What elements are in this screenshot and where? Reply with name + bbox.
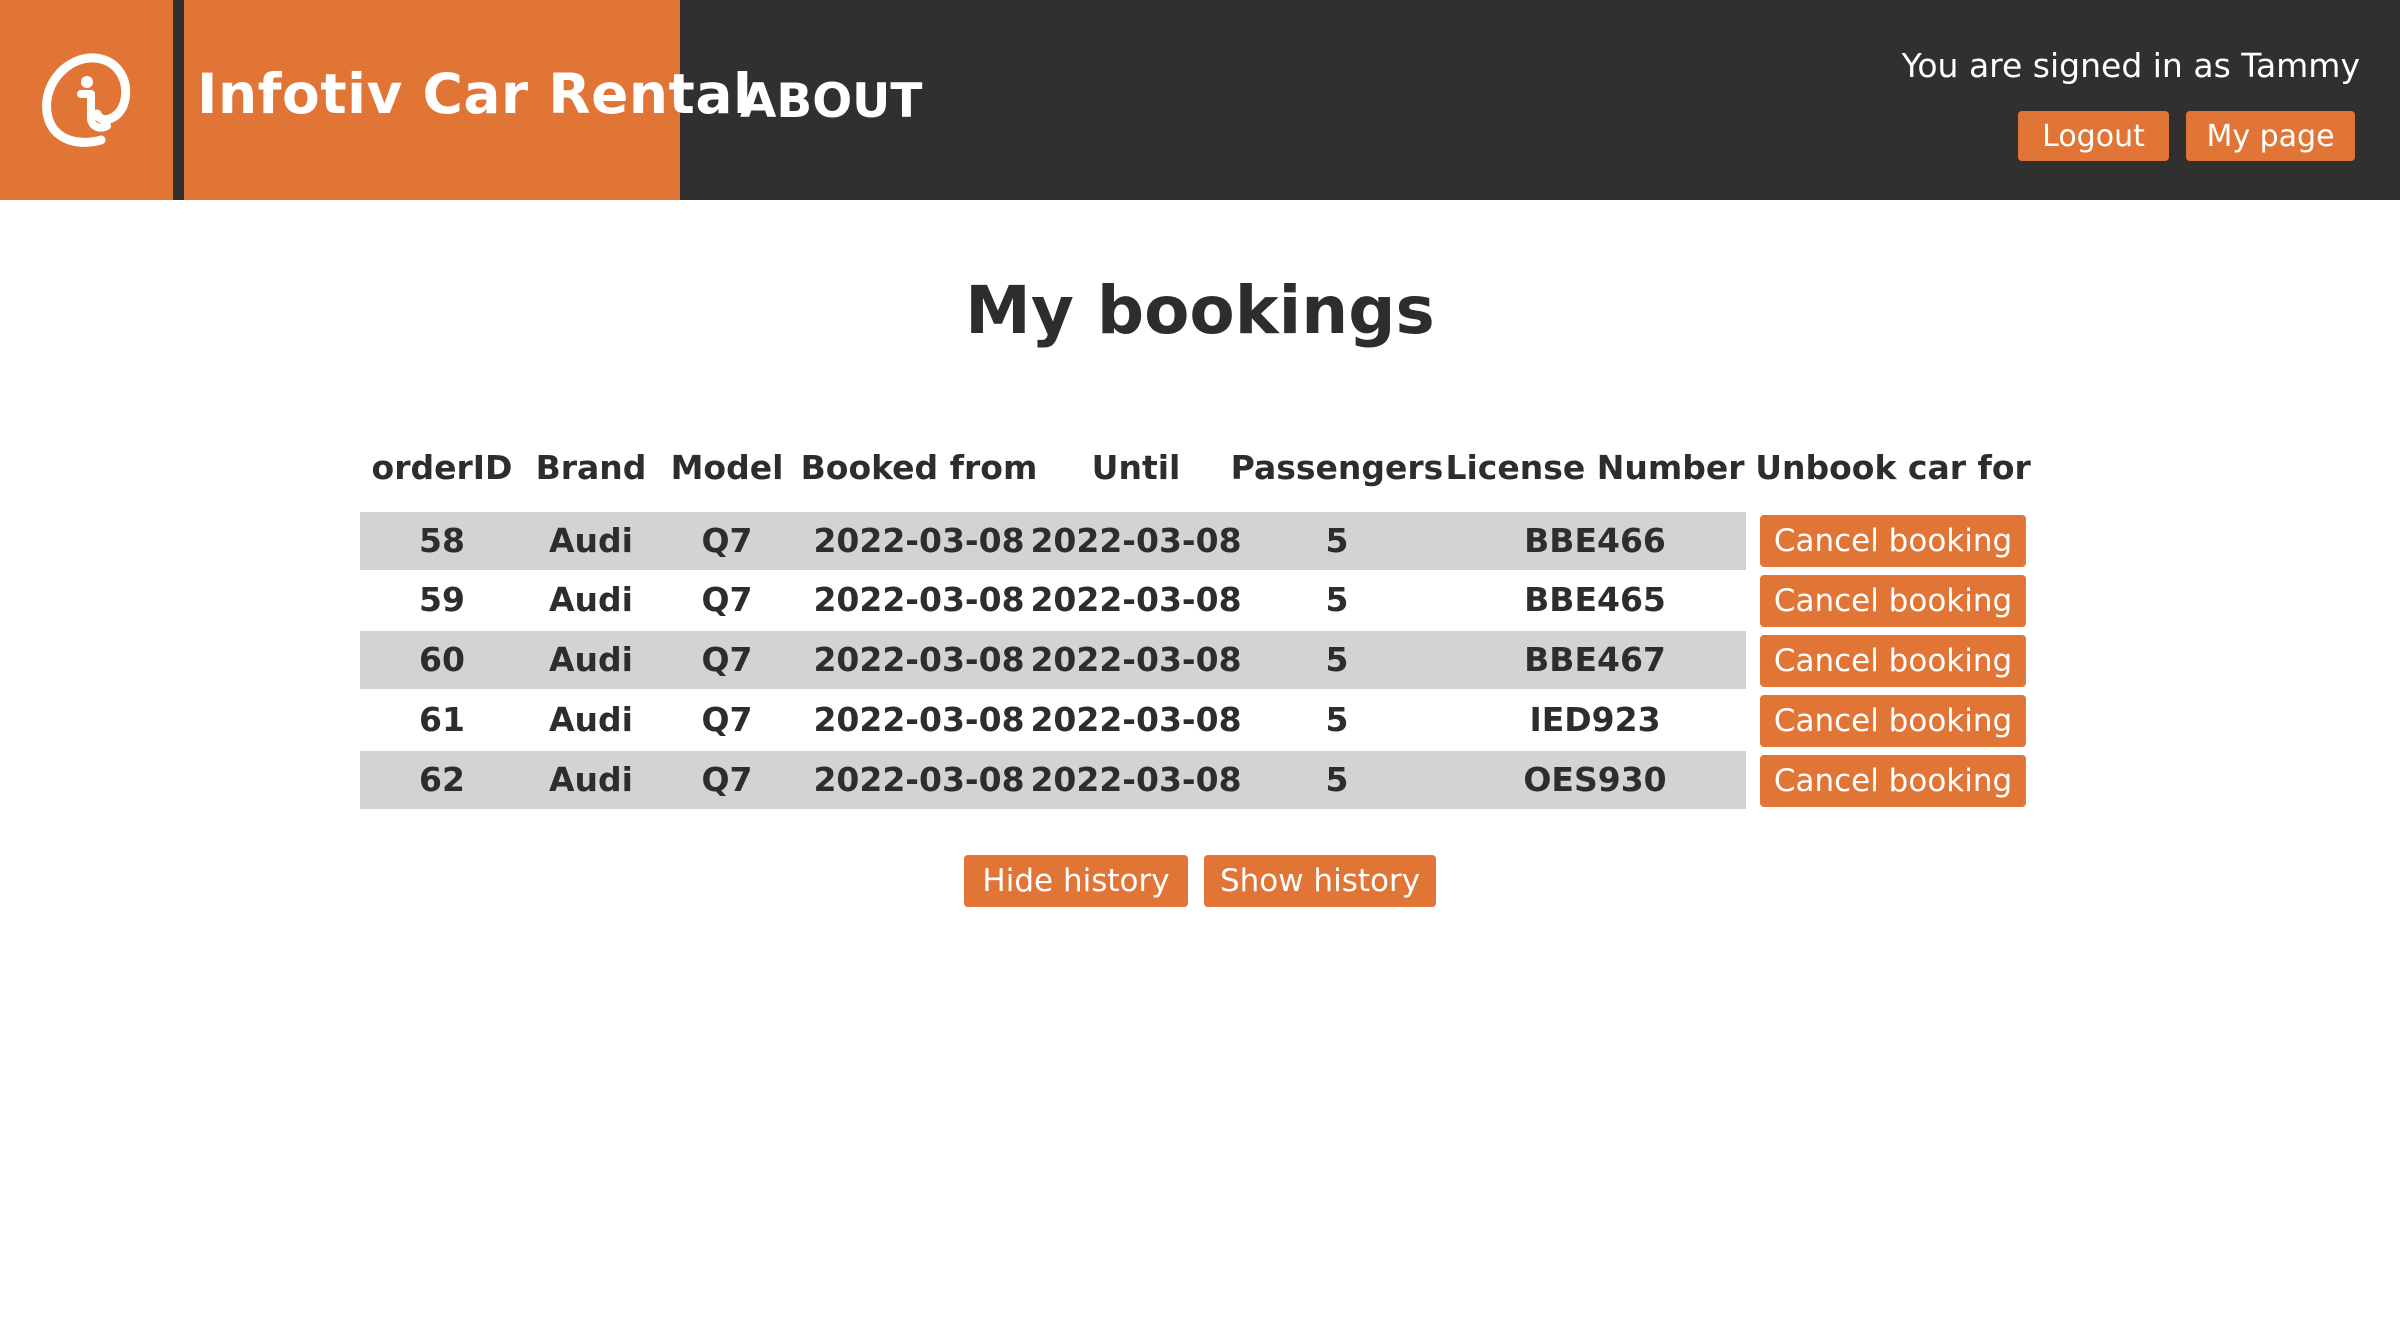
header-divider — [173, 0, 184, 200]
cell-until: 2022-03-08 — [1030, 580, 1242, 619]
cell-until: 2022-03-08 — [1030, 760, 1242, 799]
cell-booked-from: 2022-03-08 — [813, 580, 1025, 619]
cell-booked-from: 2022-03-08 — [813, 521, 1025, 560]
page-title: My bookings — [965, 272, 1435, 349]
cell-brand: Audi — [549, 760, 633, 799]
cell-passengers: 5 — [1325, 640, 1349, 679]
column-header-passengers: Passengers — [1230, 448, 1444, 487]
column-header-unbook: Unbook car for — [1755, 448, 2031, 487]
hide-history-button[interactable]: Hide history — [964, 855, 1188, 907]
cell-brand: Audi — [549, 700, 633, 739]
cancel-booking-button[interactable]: Cancel booking — [1760, 695, 2026, 747]
show-history-button[interactable]: Show history — [1204, 855, 1436, 907]
cell-brand: Audi — [549, 521, 633, 560]
cell-model: Q7 — [701, 580, 753, 619]
cell-license: BBE466 — [1524, 521, 1666, 560]
cell-booked-from: 2022-03-08 — [813, 760, 1025, 799]
cancel-booking-button[interactable]: Cancel booking — [1760, 635, 2026, 687]
cell-orderid: 59 — [419, 580, 465, 619]
column-header-until: Until — [1091, 448, 1181, 487]
cell-license: OES930 — [1523, 760, 1667, 799]
cell-license: BBE465 — [1524, 580, 1666, 619]
cell-orderid: 61 — [419, 700, 465, 739]
cell-model: Q7 — [701, 700, 753, 739]
table-row: 60 Audi Q7 2022-03-08 2022-03-08 5 BBE46… — [360, 631, 1746, 689]
cell-until: 2022-03-08 — [1030, 700, 1242, 739]
logout-button[interactable]: Logout — [2018, 111, 2169, 161]
cell-passengers: 5 — [1325, 521, 1349, 560]
cell-model: Q7 — [701, 640, 753, 679]
cell-booked-from: 2022-03-08 — [813, 700, 1025, 739]
brand-title[interactable]: Infotiv Car Rental — [197, 62, 752, 126]
infotiv-logo-icon — [41, 46, 133, 154]
column-header-brand: Brand — [535, 448, 647, 487]
column-header-model: Model — [670, 448, 784, 487]
bookings-table-header: orderID Brand Model Booked from Until Pa… — [360, 448, 2031, 500]
cell-orderid: 58 — [419, 521, 465, 560]
cancel-booking-button[interactable]: Cancel booking — [1760, 755, 2026, 807]
table-row: 58 Audi Q7 2022-03-08 2022-03-08 5 BBE46… — [360, 512, 1746, 570]
cell-brand: Audi — [549, 580, 633, 619]
cell-passengers: 5 — [1325, 700, 1349, 739]
cell-license: IED923 — [1529, 700, 1661, 739]
cell-passengers: 5 — [1325, 760, 1349, 799]
nav-about-link[interactable]: ABOUT — [740, 74, 922, 129]
brand-box: Infotiv Car Rental — [184, 0, 752, 200]
my-page-button[interactable]: My page — [2186, 111, 2355, 161]
cell-brand: Audi — [549, 640, 633, 679]
cell-until: 2022-03-08 — [1030, 521, 1242, 560]
signed-in-status: You are signed in as Tammy — [1901, 46, 2360, 85]
cell-until: 2022-03-08 — [1030, 640, 1242, 679]
logo[interactable] — [0, 0, 173, 200]
cell-license: BBE467 — [1524, 640, 1666, 679]
top-header: Infotiv Car Rental ABOUT You are signed … — [0, 0, 2400, 200]
cancel-booking-button[interactable]: Cancel booking — [1760, 515, 2026, 567]
table-row: 62 Audi Q7 2022-03-08 2022-03-08 5 OES93… — [360, 751, 1746, 809]
cell-model: Q7 — [701, 521, 753, 560]
cell-orderid: 62 — [419, 760, 465, 799]
cell-orderid: 60 — [419, 640, 465, 679]
cell-model: Q7 — [701, 760, 753, 799]
table-row: 61 Audi Q7 2022-03-08 2022-03-08 5 IED92… — [360, 691, 1746, 749]
column-header-booked-from: Booked from — [800, 448, 1038, 487]
cell-booked-from: 2022-03-08 — [813, 640, 1025, 679]
cancel-booking-button[interactable]: Cancel booking — [1760, 575, 2026, 627]
column-header-orderid: orderID — [371, 448, 513, 487]
cell-passengers: 5 — [1325, 580, 1349, 619]
table-row: 59 Audi Q7 2022-03-08 2022-03-08 5 BBE46… — [360, 571, 1746, 629]
column-header-license: License Number — [1445, 448, 1745, 487]
